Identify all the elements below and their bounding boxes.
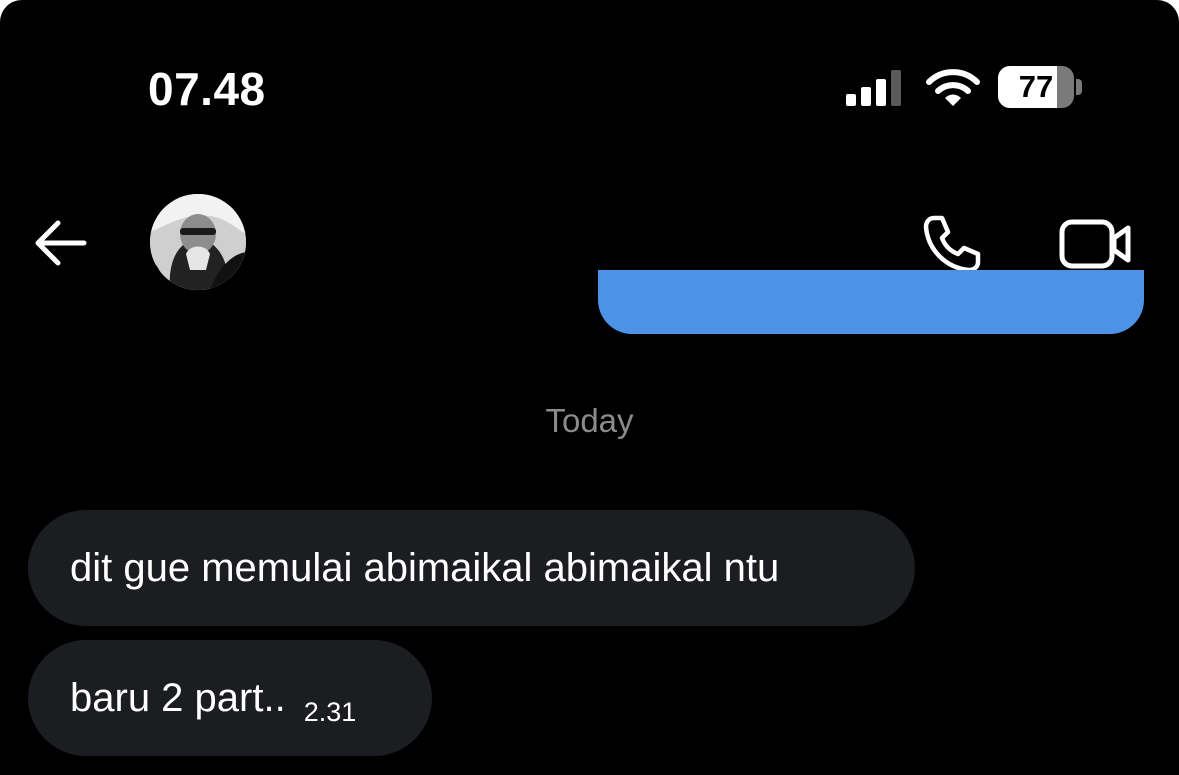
wifi-icon	[926, 69, 980, 106]
message-timestamp: 2.31	[303, 697, 357, 727]
date-separator: Today	[545, 402, 634, 439]
received-message-bubble[interactable]: baru 2 part.. 2.31	[28, 640, 432, 756]
battery-icon: 77	[998, 66, 1084, 110]
signal-icon	[846, 70, 901, 106]
video-camera-icon[interactable]	[1058, 216, 1132, 272]
avatar[interactable]	[150, 194, 246, 290]
received-message-bubble[interactable]: dit gue memulai abimaikal abimaikal ntu	[28, 510, 915, 626]
back-arrow-icon[interactable]	[30, 218, 88, 268]
message-text: dit gue memulai abimaikal abimaikal ntu	[70, 546, 780, 590]
chat-screen: 07.48 77 Today dit gue memulai abimaikal…	[0, 0, 1179, 775]
battery-level: 77	[1018, 69, 1054, 104]
status-time: 07.48	[148, 63, 266, 115]
sent-message-bubble[interactable]	[598, 270, 1144, 334]
phone-icon[interactable]	[920, 212, 982, 274]
message-text: baru 2 part..	[70, 676, 286, 720]
